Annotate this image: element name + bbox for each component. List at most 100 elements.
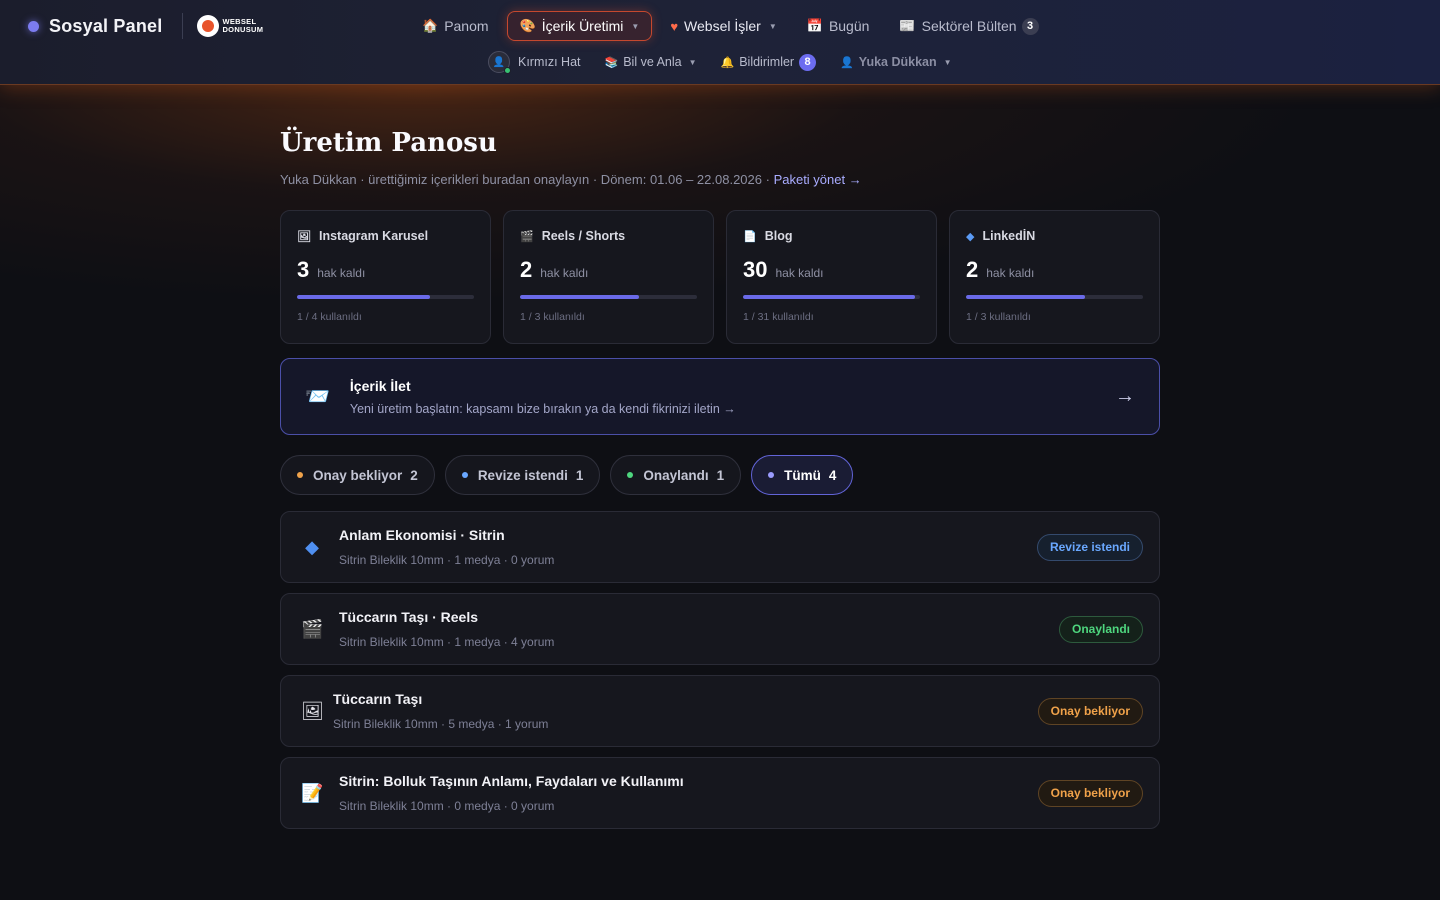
filter-revize-istendi[interactable]: Revize istendi 1 <box>444 455 601 495</box>
quota-progress-fill <box>520 295 639 299</box>
calendar-icon: 📅 <box>806 18 823 33</box>
status-badge: Revize istendi <box>1036 533 1143 561</box>
manage-package-link[interactable]: Paketi yönet → <box>774 172 862 187</box>
list-item[interactable]: 🎬 Tüccarın Taşı · Reels Sitrin Bileklik … <box>280 593 1160 665</box>
filter-count: 1 <box>716 467 725 483</box>
content-list: ◆ Anlam Ekonomisi · Sitrin Sitrin Bilekl… <box>280 511 1160 839</box>
diamond-icon: ◆ <box>966 230 975 243</box>
page-subtitle: Yuka Dükkan · ürettiğimiz içerikleri bur… <box>280 172 1160 187</box>
brand-name: Sosyal Panel <box>49 15 163 36</box>
quota-progress-bar <box>297 295 474 299</box>
quota-progress-fill <box>743 295 915 299</box>
list-item-text: Sitrin: Bolluk Taşının Anlamı, Faydaları… <box>339 773 684 813</box>
nav-bugun[interactable]: 📅 Bugün <box>795 11 882 41</box>
nav-panom[interactable]: 🏠 Panom <box>410 11 501 41</box>
clapper-icon: 🎬 <box>520 230 534 243</box>
list-item-title: Anlam Ekonomisi · Sitrin <box>339 527 505 543</box>
websel-logo-text: WEBSEL DONUSUM <box>222 17 264 34</box>
nav-label: Bil ve Anla <box>623 55 682 69</box>
brand[interactable]: Sosyal Panel WEBSEL DONUSUM <box>28 13 264 39</box>
nav-bil-ve-anla[interactable]: 📚 Bil ve Anla ▼ <box>605 55 697 69</box>
quota-remaining-label: hak kaldı <box>540 266 589 280</box>
nav-label: Websel İşler <box>684 18 761 34</box>
quota-card-header: ◆ LinkedİN <box>966 229 1143 243</box>
submit-content-cta[interactable]: 📨 İçerik İlet Yeni üretim başlatın: kaps… <box>280 358 1160 435</box>
list-item[interactable]: 🖼 Tüccarın Taşı Sitrin Bileklik 10mm · 5… <box>280 675 1160 747</box>
status-dot-icon <box>297 472 303 478</box>
chevron-down-icon: ▼ <box>943 57 952 67</box>
quota-remaining-value: 3 <box>297 257 310 282</box>
status-filters: Onay bekliyor 2 Revize istendi 1 Onaylan… <box>280 455 863 495</box>
nav-label: İçerik Üretimi <box>541 18 624 34</box>
nav-label: Sektörel Bülten <box>921 18 1017 34</box>
quota-card-instagram: 🖼 Instagram Karusel 3 hak kaldı 1 / 4 ku… <box>280 210 491 344</box>
nav-user-menu[interactable]: 👤 Yuka Dükkan ▼ <box>840 55 951 69</box>
list-item-meta: Sitrin Bileklik 10mm · 1 medya · 4 yorum <box>339 635 555 649</box>
palette-icon: 🎨 <box>519 18 536 33</box>
page-title: Üretim Panosu <box>280 128 497 158</box>
document-icon: 📝 <box>301 782 324 803</box>
nav-icerik-uretimi[interactable]: 🎨 İçerik Üretimi ▼ <box>506 11 653 41</box>
home-icon: 🏠 <box>422 18 439 33</box>
quota-title: Blog <box>764 229 793 243</box>
chevron-down-icon: ▼ <box>631 21 640 31</box>
list-item-text: Tüccarın Taşı · Reels Sitrin Bileklik 10… <box>339 609 554 649</box>
list-item-text: Anlam Ekonomisi · Sitrin Sitrin Bileklik… <box>339 527 554 567</box>
avatar: 👤 <box>488 51 511 74</box>
websel-logo-icon <box>197 15 220 37</box>
quota-progress-bar <box>966 295 1143 299</box>
quota-card-header: 🎬 Reels / Shorts <box>520 229 697 243</box>
diamond-icon: ◆ <box>305 536 319 557</box>
quota-card-blog: 📄 Blog 30 hak kaldı 1 / 31 kullanıldı <box>726 210 937 344</box>
list-item-text: Tüccarın Taşı Sitrin Bileklik 10mm · 5 m… <box>333 691 548 731</box>
brand-divider <box>182 13 184 39</box>
filter-count: 1 <box>575 467 584 483</box>
nav-label: Bugün <box>828 18 870 34</box>
nav-label: Kırmızı Hat <box>518 55 581 69</box>
status-badge: Onay bekliyor <box>1037 697 1143 725</box>
notification-count-badge: 8 <box>799 53 817 71</box>
nav-sektorel-bulten[interactable]: 📰 Sektörel Bülten 3 <box>887 11 1050 41</box>
status-badge: Onay bekliyor <box>1037 779 1143 807</box>
list-item[interactable]: ◆ Anlam Ekonomisi · Sitrin Sitrin Bilekl… <box>280 511 1160 583</box>
status-badge: Onaylandı <box>1058 615 1143 643</box>
filter-tumu[interactable]: Tümü 4 <box>751 455 854 495</box>
primary-nav: 🏠 Panom 🎨 İçerik Üretimi ▼ ♥ Websel İşle… <box>410 11 1057 41</box>
quota-usage: 1 / 4 kullanıldı <box>297 311 362 323</box>
quota-title: Reels / Shorts <box>541 229 626 243</box>
nav-bildirimler[interactable]: 🔔 Bildirimler 8 <box>720 53 817 71</box>
quota-card-header: 🖼 Instagram Karusel <box>297 229 474 243</box>
chevron-down-icon: ▼ <box>688 57 697 67</box>
quota-usage: 1 / 31 kullanıldı <box>743 311 814 323</box>
subtitle-text: Yuka Dükkan · ürettiğimiz içerikleri bur… <box>280 172 770 187</box>
quota-remaining-value: 2 <box>520 257 533 282</box>
main-content: Üretim Panosu Yuka Dükkan · ürettiğimiz … <box>280 128 1160 829</box>
nav-kirmizi-hat[interactable]: 👤 Kırmızı Hat <box>488 51 581 74</box>
quota-remaining: 3 hak kaldı <box>297 257 474 283</box>
bell-icon: 🔔 <box>720 56 735 69</box>
quota-title: LinkedİN <box>982 229 1036 243</box>
brand-dot-icon <box>28 20 39 32</box>
quota-remaining: 2 hak kaldı <box>966 257 1143 283</box>
quota-usage: 1 / 3 kullanıldı <box>966 311 1031 323</box>
nav-websel-isler[interactable]: ♥ Websel İşler ▼ <box>658 11 788 41</box>
quota-progress-bar <box>743 295 920 299</box>
quota-progress-fill <box>966 295 1085 299</box>
cta-title: İçerik İlet <box>349 377 411 394</box>
newspaper-icon: 📰 <box>899 18 916 33</box>
list-item-title: Tüccarın Taşı · Reels <box>339 609 479 625</box>
cta-description: Yeni üretim başlatın: kapsamı bize bırak… <box>349 401 736 416</box>
quota-progress-bar <box>520 295 697 299</box>
online-status-icon <box>504 67 511 74</box>
filter-onaylandi[interactable]: Onaylandı 1 <box>610 455 742 495</box>
filter-label: Onay bekliyor <box>313 467 403 483</box>
list-item[interactable]: 📝 Sitrin: Bolluk Taşının Anlamı, Faydala… <box>280 757 1160 829</box>
top-navigation: Sosyal Panel WEBSEL DONUSUM 🏠 Panom 🎨 İç… <box>0 0 1440 85</box>
filter-count: 2 <box>410 467 418 483</box>
quota-remaining-label: hak kaldı <box>986 266 1035 280</box>
clapper-icon: 🎬 <box>301 618 324 639</box>
filter-onay-bekliyor[interactable]: Onay bekliyor 2 <box>280 455 435 495</box>
quota-remaining-label: hak kaldı <box>317 266 366 280</box>
nav-label: Yuka Dükkan <box>858 55 937 69</box>
quota-remaining-label: hak kaldı <box>775 266 824 280</box>
